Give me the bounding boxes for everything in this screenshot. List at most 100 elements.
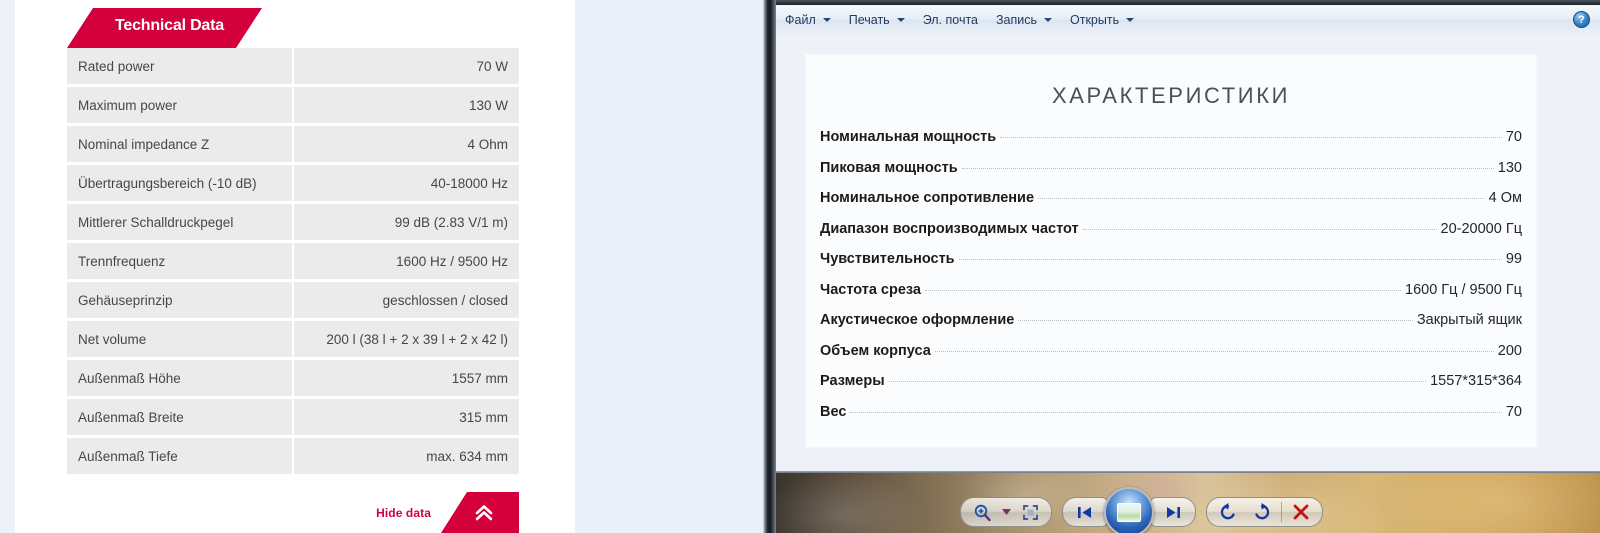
viewer-control-bar (960, 487, 1323, 533)
spec-value: geschlossen / closed (294, 282, 519, 318)
spec-value: 1600 Гц / 9500 Гц (1405, 281, 1522, 298)
hide-data-control[interactable]: Hide data (67, 492, 519, 533)
table-row: Übertragungsbereich (-10 dB) 40-18000 Hz (67, 165, 519, 201)
next-image-icon[interactable] (1150, 497, 1196, 527)
leader-dots (850, 411, 1502, 413)
leader-dots (1018, 319, 1413, 321)
spec-label: Акустическое оформление (820, 312, 1015, 328)
spec-name: Maximum power (67, 87, 292, 123)
table-row: Rated power 70 W (67, 48, 519, 84)
spec-label: Номинальная мощность (820, 129, 997, 145)
spec-value: max. 634 mm (294, 438, 519, 474)
spec-label: Частота среза (820, 281, 921, 298)
spec-label: Вес (820, 403, 847, 420)
spec-name: Außenmaß Breite (67, 399, 292, 435)
double-chevron-up-icon (465, 502, 495, 524)
control-divider (1281, 502, 1282, 522)
list-item: Чувствительность 99 (820, 251, 1522, 282)
table-row: Trennfrequenz 1600 Hz / 9500 Hz (67, 243, 519, 279)
help-icon[interactable]: ? (1573, 11, 1590, 28)
spec-value: 200 l (38 l + 2 x 39 l + 2 x 42 l) (294, 321, 519, 357)
spec-label: Объем корпуса (820, 342, 931, 359)
list-item: Вес 70 (820, 404, 1522, 435)
spec-value: 4 Ом (1488, 190, 1522, 206)
spec-name: Rated power (67, 48, 292, 84)
technical-data-block: Technical Data Rated power 70 W Maximum … (15, 0, 575, 533)
table-row: Maximum power 130 W (67, 87, 519, 123)
list-item: Диапазон воспроизводимых частот 20-20000… (820, 221, 1522, 252)
spec-value: 130 W (294, 87, 519, 123)
rotate-counterclockwise-icon[interactable] (1211, 499, 1245, 525)
leader-dots (924, 289, 1402, 291)
spec-label: Пиковая мощность (820, 159, 958, 176)
spec-value: 4 Ohm (294, 126, 519, 162)
rotate-clockwise-icon[interactable] (1245, 499, 1279, 525)
spec-label: Размеры (820, 373, 885, 389)
spec-value: 70 (1505, 403, 1522, 420)
hide-data-label[interactable]: Hide data (376, 506, 431, 520)
technical-data-webpage: Technical Data Rated power 70 W Maximum … (0, 0, 575, 533)
viewer-toolbar: Файл Печать Эл. почта Запись Открыть ? (776, 5, 1600, 35)
displayed-image-spec-sheet: ХАРАКТЕРИСТИКИ Номинальная мощность 70 П… (806, 55, 1536, 447)
list-item: Акустическое оформление Закрытый ящик (820, 312, 1522, 343)
spec-name: Außenmaß Höhe (67, 360, 292, 396)
list-item: Номинальная мощность 70 (820, 129, 1522, 160)
play-slideshow-icon[interactable] (1104, 487, 1154, 533)
leader-dots (1038, 197, 1485, 199)
windows-photo-viewer-window: Файл Печать Эл. почта Запись Открыть ? Х… (760, 0, 1600, 533)
list-item: Объем корпуса 200 (820, 343, 1522, 374)
menu-label: Запись (996, 12, 1038, 27)
delete-icon[interactable] (1284, 499, 1318, 525)
table-row: Außenmaß Höhe 1557 mm (67, 360, 519, 396)
spec-name: Außenmaß Tiefe (67, 438, 292, 474)
spec-name: Übertragungsbereich (-10 dB) (67, 165, 292, 201)
zoom-dropdown-caret-icon[interactable] (999, 499, 1013, 525)
table-row: Net volume 200 l (38 l + 2 x 39 l + 2 x … (67, 321, 519, 357)
spec-value: Закрытый ящик (1416, 312, 1522, 328)
spec-label: Диапазон воспроизводимых частот (820, 220, 1079, 237)
leader-dots (958, 258, 1502, 260)
technical-data-banner: Technical Data (67, 8, 262, 48)
spec-list: Номинальная мощность 70 Пиковая мощность… (806, 129, 1536, 434)
spec-value: 70 W (294, 48, 519, 84)
table-row: Außenmaß Tiefe max. 634 mm (67, 438, 519, 474)
spec-label: Чувствительность (820, 251, 955, 267)
spec-value: 70 (1505, 129, 1522, 145)
menu-label: Эл. почта (922, 12, 978, 27)
spec-value: 99 dB (2.83 V/1 m) (294, 204, 519, 240)
desktop-background-gap (575, 0, 760, 533)
spec-value: 99 (1505, 251, 1522, 267)
list-item: Номинальное сопротивление 4 Ом (820, 190, 1522, 221)
rotate-and-delete-group (1206, 497, 1323, 527)
zoom-icon[interactable] (965, 499, 999, 525)
actual-size-icon[interactable] (1013, 499, 1047, 525)
spec-value: 1557*315*364 (1430, 373, 1522, 389)
banner-label: Technical Data (115, 17, 224, 34)
menu-item-email[interactable]: Эл. почта (914, 5, 987, 34)
leader-dots (1082, 228, 1437, 230)
spec-table: Rated power 70 W Maximum power 130 W Nom… (67, 48, 519, 477)
leader-dots (934, 350, 1494, 352)
hide-data-button[interactable] (441, 492, 519, 533)
spec-value: 200 (1497, 342, 1522, 359)
window-left-border (760, 0, 776, 533)
leader-dots (961, 167, 1494, 169)
spec-value: 40-18000 Hz (294, 165, 519, 201)
menu-label: Файл (785, 12, 816, 27)
page-left-margin (0, 0, 15, 533)
chevron-down-icon (822, 17, 831, 22)
menu-item-file[interactable]: Файл (776, 5, 840, 34)
menu-item-print[interactable]: Печать (840, 5, 914, 34)
spec-value: 1557 mm (294, 360, 519, 396)
spec-name: Net volume (67, 321, 292, 357)
chevron-down-icon (896, 17, 905, 22)
slideshow-glyph (1117, 502, 1141, 522)
spec-value: 315 mm (294, 399, 519, 435)
menu-label: Печать (848, 12, 890, 27)
menu-item-burn[interactable]: Запись (987, 5, 1061, 34)
menu-item-open[interactable]: Открыть (1061, 5, 1143, 34)
spec-name: Gehäuseprinzip (67, 282, 292, 318)
page-title: ХАРАКТЕРИСТИКИ (1051, 83, 1291, 108)
previous-image-icon[interactable] (1062, 497, 1108, 527)
leader-dots (1000, 136, 1502, 138)
